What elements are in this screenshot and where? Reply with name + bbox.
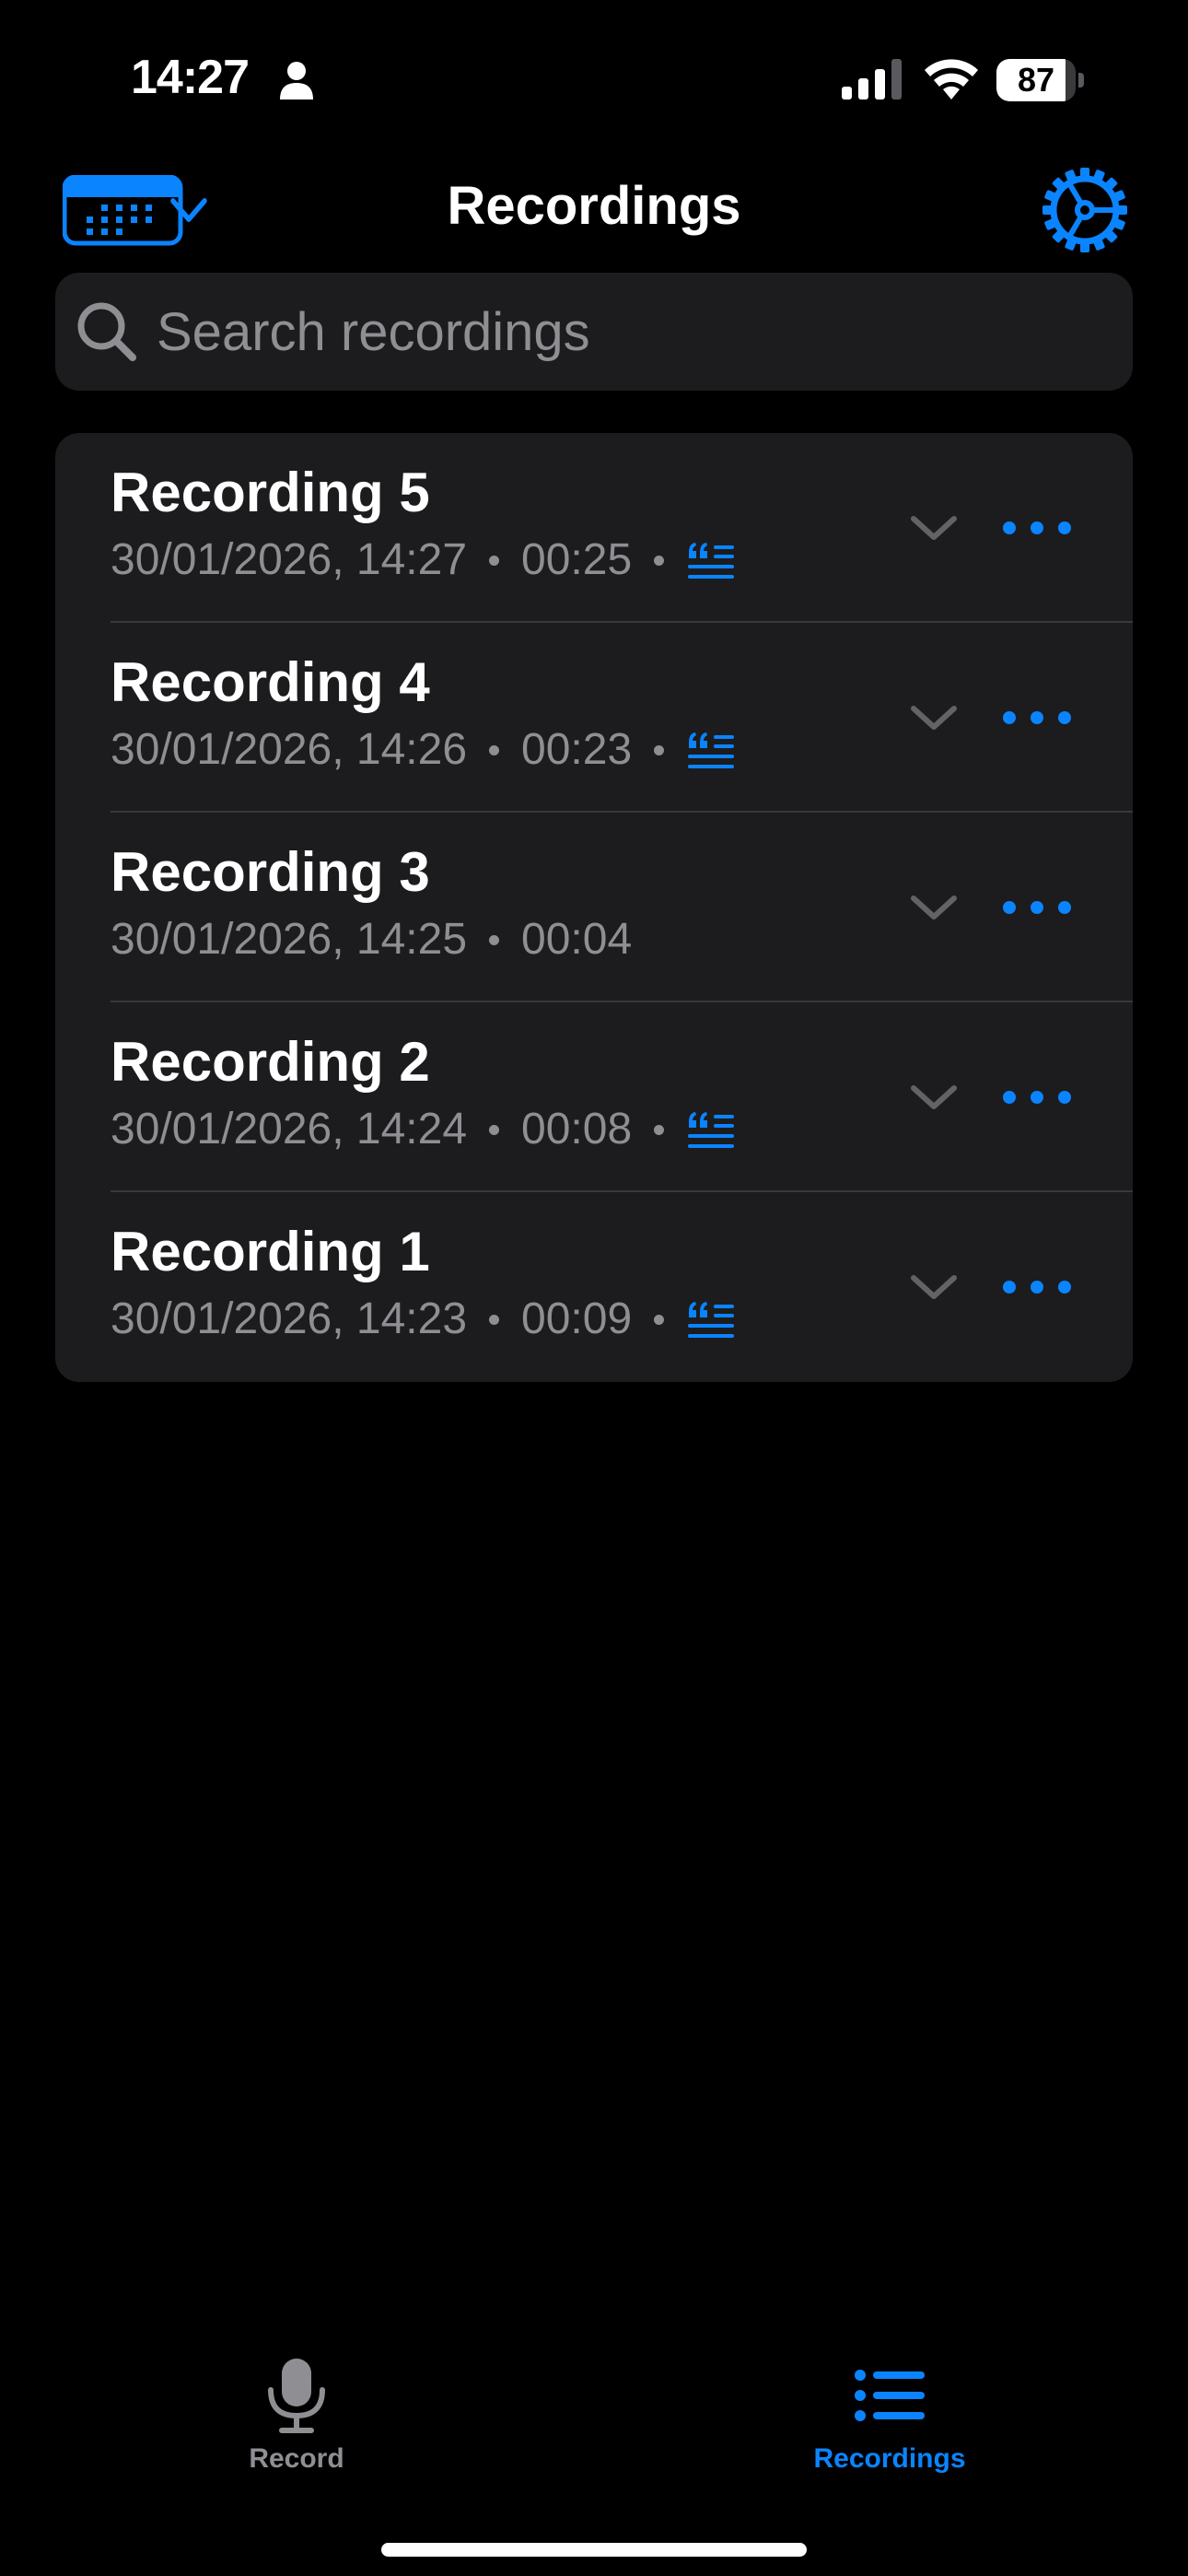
meta-separator <box>489 555 500 566</box>
expand-chevron-icon[interactable] <box>906 500 961 556</box>
battery-level: 87 <box>1017 61 1055 99</box>
expand-chevron-icon[interactable] <box>906 1259 961 1315</box>
recording-duration: 00:23 <box>521 725 633 774</box>
tab-record[interactable]: Record <box>112 2322 481 2506</box>
status-time: 14:27 <box>131 51 250 104</box>
page-title: Recordings <box>447 176 741 236</box>
tab-recordings-label: Recordings <box>813 2443 966 2474</box>
battery-indicator: 87 <box>996 59 1085 101</box>
recording-meta: 30/01/2026, 14:24 00:08 <box>111 1102 736 1157</box>
more-options-icon[interactable] <box>996 1259 1079 1315</box>
recording-title: Recording 5 <box>111 462 430 523</box>
expand-chevron-icon[interactable] <box>906 690 961 745</box>
expand-chevron-icon[interactable] <box>906 1070 961 1125</box>
meta-separator <box>654 744 665 755</box>
recording-datetime: 30/01/2026, 14:27 <box>111 535 468 584</box>
recording-meta: 30/01/2026, 14:27 00:25 <box>111 533 736 588</box>
cellular-signal-icon <box>842 59 902 100</box>
recording-row[interactable]: Recording 4 30/01/2026, 14:26 00:23 <box>55 623 1133 813</box>
search-icon <box>77 302 136 361</box>
recording-title: Recording 2 <box>111 1031 430 1093</box>
more-options-icon[interactable] <box>996 690 1079 745</box>
expand-chevron-icon[interactable] <box>906 880 961 935</box>
settings-button[interactable] <box>1041 166 1129 254</box>
battery-body: 87 <box>996 59 1076 101</box>
more-options-icon[interactable] <box>996 500 1079 556</box>
recordings-list: Recording 5 30/01/2026, 14:27 00:25 Reco… <box>55 433 1133 1382</box>
status-bar: 14:27 87 <box>0 0 1188 157</box>
calendar-filter-button[interactable] <box>62 174 219 249</box>
list-icon <box>855 2370 925 2421</box>
recording-title: Recording 1 <box>111 1221 430 1282</box>
transcript-icon <box>688 543 735 579</box>
calendar-icon <box>62 174 207 246</box>
recording-meta: 30/01/2026, 14:26 00:23 <box>111 722 736 778</box>
transcript-icon <box>688 732 735 768</box>
tab-record-label: Record <box>249 2443 344 2474</box>
recording-datetime: 30/01/2026, 14:25 <box>111 915 468 964</box>
recording-datetime: 30/01/2026, 14:26 <box>111 725 468 774</box>
more-options-icon[interactable] <box>996 880 1079 935</box>
transcript-icon <box>688 1302 735 1338</box>
microphone-icon <box>268 2359 325 2433</box>
meta-separator <box>654 555 665 566</box>
search-input[interactable] <box>157 273 1114 391</box>
recording-duration: 00:09 <box>521 1294 633 1343</box>
recording-row[interactable]: Recording 2 30/01/2026, 14:24 00:08 <box>55 1002 1133 1192</box>
meta-separator <box>489 744 500 755</box>
recording-row[interactable]: Recording 1 30/01/2026, 14:23 00:09 <box>55 1192 1133 1382</box>
recording-meta: 30/01/2026, 14:25 00:04 <box>111 912 632 967</box>
battery-cap <box>1078 73 1084 88</box>
recording-title: Recording 3 <box>111 841 430 903</box>
more-options-icon[interactable] <box>996 1070 1079 1125</box>
recording-datetime: 30/01/2026, 14:24 <box>111 1105 468 1153</box>
meta-separator <box>489 1124 500 1135</box>
recording-title: Recording 4 <box>111 651 430 713</box>
recording-row[interactable]: Recording 3 30/01/2026, 14:25 00:04 <box>55 813 1133 1002</box>
recording-duration: 00:04 <box>521 915 633 964</box>
meta-separator <box>654 1314 665 1325</box>
meta-separator <box>654 1124 665 1135</box>
home-indicator[interactable] <box>381 2543 807 2557</box>
recording-duration: 00:25 <box>521 535 633 584</box>
recording-row[interactable]: Recording 5 30/01/2026, 14:27 00:25 <box>55 433 1133 623</box>
search-bar[interactable] <box>55 273 1133 391</box>
meta-separator <box>489 1314 500 1325</box>
meta-separator <box>489 934 500 945</box>
gear-icon <box>1042 168 1127 252</box>
recording-duration: 00:08 <box>521 1105 633 1153</box>
recording-datetime: 30/01/2026, 14:23 <box>111 1294 468 1343</box>
recording-meta: 30/01/2026, 14:23 00:09 <box>111 1292 736 1347</box>
wifi-icon <box>925 59 978 100</box>
tab-recordings[interactable]: Recordings <box>705 2322 1074 2506</box>
person-icon <box>280 62 313 100</box>
transcript-icon <box>688 1112 735 1148</box>
tab-bar: Record Recordings <box>0 2322 1188 2576</box>
